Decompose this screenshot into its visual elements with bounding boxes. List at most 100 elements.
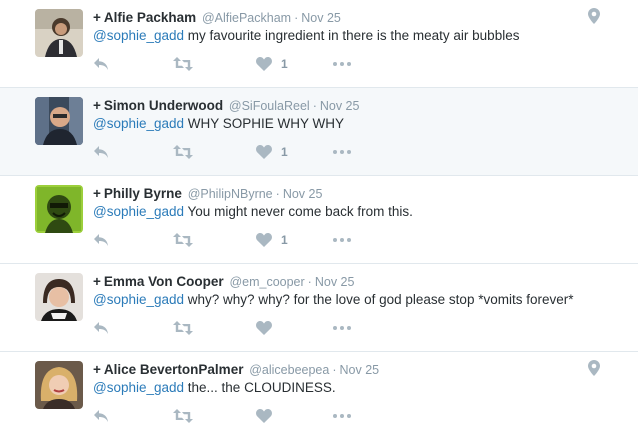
- mention-link[interactable]: @sophie_gadd: [93, 292, 184, 307]
- user-fullname[interactable]: Emma Von Cooper: [104, 274, 224, 289]
- heart-icon: [256, 145, 272, 159]
- more-icon: [333, 62, 351, 66]
- tweet-actions: [93, 318, 363, 338]
- avatar[interactable]: [35, 97, 83, 145]
- avatar[interactable]: [35, 9, 83, 57]
- separator-dot: ·: [307, 275, 312, 289]
- reply-button[interactable]: [93, 54, 109, 74]
- like-count: 1: [281, 57, 288, 71]
- tweet[interactable]: + Alice BevertonPalmer @alicebeepea · Nov 2…: [0, 352, 638, 433]
- tweet[interactable]: + Simon Underwood @SiFoulaReel · Nov 25 @so…: [0, 88, 638, 176]
- reply-button[interactable]: [93, 230, 109, 250]
- user-handle[interactable]: @em_cooper: [229, 275, 304, 289]
- user-fullname[interactable]: Alfie Packham: [104, 10, 196, 25]
- tweet-text: @sophie_gadd the... the CLOUDINESS.: [93, 379, 336, 397]
- user-handle[interactable]: @alicebeepea: [249, 363, 329, 377]
- separator-dot: ·: [294, 11, 299, 25]
- tweet[interactable]: + Alfie Packham @AlfiePackham · Nov 25 @sop…: [0, 0, 638, 88]
- separator-dot: ·: [275, 187, 280, 201]
- tweet-text: @sophie_gadd WHY SOPHIE WHY WHY: [93, 115, 344, 133]
- tweet-timestamp[interactable]: Nov 25: [283, 187, 323, 201]
- plus-sign: +: [93, 362, 101, 377]
- tweet-actions: 1: [93, 230, 363, 250]
- mention-link[interactable]: @sophie_gadd: [93, 116, 184, 131]
- like-count: 1: [281, 233, 288, 247]
- heart-icon: [256, 233, 272, 247]
- more-button[interactable]: [333, 318, 351, 338]
- like-button[interactable]: [256, 406, 281, 426]
- tweet-actions: [93, 406, 363, 426]
- retweet-button[interactable]: [173, 406, 193, 426]
- reply-icon: [94, 146, 108, 158]
- like-button[interactable]: [256, 318, 281, 338]
- user-fullname[interactable]: Philly Byrne: [104, 186, 182, 201]
- tweet-header: + Simon Underwood @SiFoulaReel · Nov 25: [93, 97, 359, 115]
- retweet-icon: [173, 145, 193, 159]
- avatar[interactable]: [35, 361, 83, 409]
- reply-button[interactable]: [93, 142, 109, 162]
- more-icon: [333, 326, 351, 330]
- user-handle[interactable]: @AlfiePackham: [202, 11, 291, 25]
- like-button[interactable]: 1: [256, 142, 288, 162]
- user-fullname[interactable]: Simon Underwood: [104, 98, 223, 113]
- tweet-text: @sophie_gadd why? why? why? for the love…: [93, 291, 573, 309]
- retweet-button[interactable]: [173, 142, 193, 162]
- heart-icon: [256, 321, 272, 335]
- avatar[interactable]: [35, 185, 83, 233]
- plus-sign: +: [93, 274, 101, 289]
- reply-icon: [94, 410, 108, 422]
- tweet-actions: 1: [93, 142, 363, 162]
- retweet-button[interactable]: [173, 318, 193, 338]
- tweet-body: why? why? why? for the love of god pleas…: [184, 292, 574, 307]
- tweet-body: WHY SOPHIE WHY WHY: [184, 116, 345, 131]
- reply-button[interactable]: [93, 406, 109, 426]
- plus-sign: +: [93, 186, 101, 201]
- tweet-timestamp[interactable]: Nov 25: [301, 11, 341, 25]
- tweet-header: + Emma Von Cooper @em_cooper · Nov 25: [93, 273, 354, 291]
- like-button[interactable]: 1: [256, 230, 288, 250]
- tweet-timestamp[interactable]: Nov 25: [315, 275, 355, 289]
- tweet-header: + Alice BevertonPalmer @alicebeepea · Nov 2…: [93, 361, 379, 379]
- like-button[interactable]: 1: [256, 54, 288, 74]
- separator-dot: ·: [332, 363, 337, 377]
- tweet-body: my favourite ingredient in there is the …: [184, 28, 520, 43]
- more-button[interactable]: [333, 406, 351, 426]
- more-button[interactable]: [333, 230, 351, 250]
- more-button[interactable]: [333, 54, 351, 74]
- retweet-icon: [173, 57, 193, 71]
- reply-icon: [94, 58, 108, 70]
- retweet-button[interactable]: [173, 230, 193, 250]
- more-icon: [333, 238, 351, 242]
- reply-button[interactable]: [93, 318, 109, 338]
- mention-link[interactable]: @sophie_gadd: [93, 28, 184, 43]
- tweet-body: You might never come back from this.: [184, 204, 413, 219]
- location-pin-icon[interactable]: [588, 8, 600, 24]
- more-icon: [333, 150, 351, 154]
- mention-link[interactable]: @sophie_gadd: [93, 204, 184, 219]
- tweet-body: the... the CLOUDINESS.: [184, 380, 336, 395]
- tweet-timestamp[interactable]: Nov 25: [320, 99, 360, 113]
- tweet-actions: 1: [93, 54, 363, 74]
- like-count: 1: [281, 145, 288, 159]
- avatar[interactable]: [35, 273, 83, 321]
- retweet-icon: [173, 233, 193, 247]
- tweet[interactable]: + Emma Von Cooper @em_cooper · Nov 25 @soph…: [0, 264, 638, 352]
- user-fullname[interactable]: Alice BevertonPalmer: [104, 362, 244, 377]
- tweet-text: @sophie_gadd You might never come back f…: [93, 203, 413, 221]
- tweet-text: @sophie_gadd my favourite ingredient in …: [93, 27, 519, 45]
- tweet-timestamp[interactable]: Nov 25: [340, 363, 380, 377]
- separator-dot: ·: [312, 99, 317, 113]
- reply-icon: [94, 234, 108, 246]
- tweet-header: + Philly Byrne @PhilipNByrne · Nov 25: [93, 185, 322, 203]
- user-handle[interactable]: @SiFoulaReel: [229, 99, 310, 113]
- retweet-icon: [173, 321, 193, 335]
- heart-icon: [256, 409, 272, 423]
- mention-link[interactable]: @sophie_gadd: [93, 380, 184, 395]
- location-pin-icon[interactable]: [588, 360, 600, 376]
- user-handle[interactable]: @PhilipNByrne: [188, 187, 273, 201]
- reply-icon: [94, 322, 108, 334]
- tweet-replies-list: + Alfie Packham @AlfiePackham · Nov 25 @sop…: [0, 0, 638, 433]
- retweet-button[interactable]: [173, 54, 193, 74]
- more-button[interactable]: [333, 142, 351, 162]
- tweet[interactable]: + Philly Byrne @PhilipNByrne · Nov 25 @soph…: [0, 176, 638, 264]
